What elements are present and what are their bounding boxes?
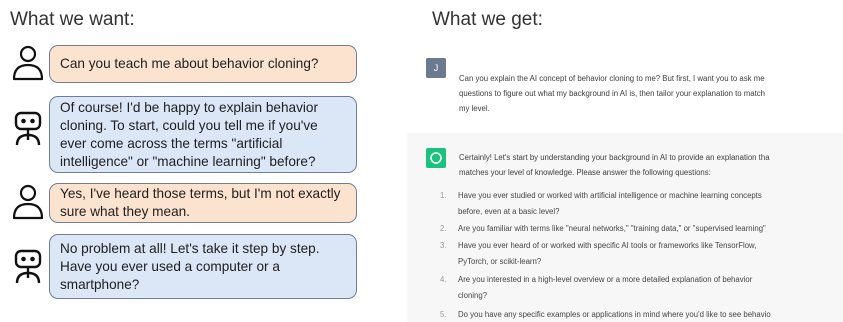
question-continuation: PyTorch, or scikit-learn? <box>458 257 542 266</box>
question-item: 4. Are you interested in a high-level ove… <box>440 272 752 287</box>
question-text: Do you have any specific examples or app… <box>458 310 771 319</box>
person-icon <box>12 184 44 220</box>
question-number: 1. <box>440 191 447 200</box>
assistant-avatar <box>426 148 446 168</box>
chat-answer-row: Certainly! Let's start by understanding … <box>407 133 843 322</box>
chat-bubble-user: Yes, I've heard those terms, but I'm not… <box>49 183 357 223</box>
user-avatar: J <box>426 58 446 78</box>
question-text: Have you ever studied or worked with art… <box>458 191 762 200</box>
question-number: 4. <box>440 275 447 284</box>
right-heading: What we get: <box>432 9 543 30</box>
question-number: 3. <box>440 241 447 250</box>
bubble-text: No problem at all! Let's take it step by… <box>60 240 320 292</box>
question-item: 2. Are you familiar with terms like "neur… <box>440 221 766 236</box>
reply-line: Certainly! Let's start by understanding … <box>459 153 770 162</box>
bubble-text: Yes, I've heard those terms, but I'm not… <box>60 186 341 219</box>
assistant-logo-icon <box>430 152 442 164</box>
chat-bubble-user: Can you teach me about behavior cloning? <box>49 45 357 83</box>
question-number: 2. <box>440 224 447 233</box>
left-heading: What we want: <box>10 9 135 30</box>
reply-line: matches your level of knowledge. Please … <box>459 168 711 177</box>
question-continuation: cloning? <box>458 291 488 300</box>
prompt-line: Can you explain the AI concept of behavi… <box>459 74 765 83</box>
robot-icon <box>14 111 42 146</box>
chat-prompt-row: J Can you explain the AI concept of beha… <box>407 48 843 133</box>
question-text: Are you interested in a high-level overv… <box>458 275 753 284</box>
question-item: 5. Do you have any specific examples or a… <box>440 307 771 322</box>
question-item: 1. Have you ever studied or worked with a… <box>440 188 762 203</box>
bubble-text: Of course! I'd be happy to explain behav… <box>60 99 319 169</box>
robot-icon <box>14 249 42 284</box>
question-item: 3. Have you ever heard of or worked with … <box>440 238 756 253</box>
question-text: Have you ever heard of or worked with sp… <box>458 241 757 250</box>
person-icon <box>12 45 44 81</box>
prompt-line: my level. <box>459 104 490 113</box>
prompt-line: questions to figure out what my backgrou… <box>459 89 765 98</box>
question-number: 5. <box>440 310 447 319</box>
question-continuation: before, even at a basic level? <box>458 207 560 216</box>
chat-bubble-bot: Of course! I'd be happy to explain behav… <box>49 96 357 173</box>
bubble-text: Can you teach me about behavior cloning? <box>60 56 319 71</box>
chat-bubble-bot: No problem at all! Let's take it step by… <box>49 234 357 299</box>
question-text: Are you familiar with terms like "neural… <box>458 224 766 233</box>
